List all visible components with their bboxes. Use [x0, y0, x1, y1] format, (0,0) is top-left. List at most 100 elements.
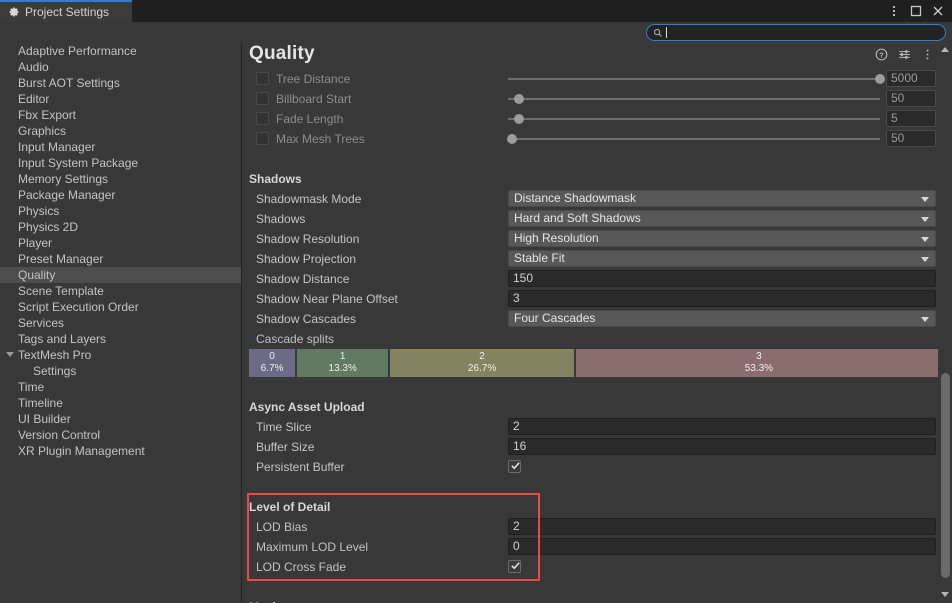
cascade-index: 2	[479, 351, 485, 362]
slider-knob[interactable]	[875, 74, 885, 84]
setting-row: Buffer Size 16	[243, 437, 952, 457]
row-label: LOD Bias	[256, 520, 308, 534]
input-shadow-near-plane-offset[interactable]: 3	[508, 290, 936, 307]
dropdown-shadow-resolution[interactable]: High Resolution	[508, 230, 936, 247]
slider-fade-length[interactable]	[508, 114, 880, 124]
dropdown-shadowmask-mode[interactable]: Distance Shadowmask	[508, 190, 936, 207]
settings-rows: Tree Distance 5000 Billboard Start 50 Fade L…	[243, 69, 952, 603]
cascade-segment[interactable]: 3 53.3%	[575, 349, 942, 377]
sidebar-item-player[interactable]: Player	[0, 235, 241, 251]
sidebar-item-burst-aot-settings[interactable]: Burst AOT Settings	[0, 75, 241, 91]
dropdown-value: High Resolution	[514, 231, 599, 245]
setting-row: Time Slice 2	[243, 417, 952, 437]
search-box[interactable]	[646, 24, 946, 41]
sidebar-item-preset-manager[interactable]: Preset Manager	[0, 251, 241, 267]
project-settings-window: Project Settings Adaptive Performance Au…	[0, 0, 952, 603]
help-icon[interactable]: ?	[874, 47, 888, 61]
dropdown-value: Four Cascades	[514, 311, 596, 325]
slider-tree-distance[interactable]	[508, 74, 885, 84]
sidebar-item-package-manager[interactable]: Package Manager	[0, 187, 241, 203]
cascade-splits-bar[interactable]: 0 6.7% 1 13.3% 2 26.7% 3 53.3%	[249, 349, 942, 377]
section-heading-async-asset-upload: Async Asset Upload	[249, 400, 365, 414]
checkbox-tree-distance[interactable]	[256, 72, 269, 85]
search-caret	[666, 27, 667, 38]
cascade-segment[interactable]: 2 26.7%	[390, 349, 574, 377]
more-menu-icon[interactable]	[920, 47, 934, 61]
sidebar-item-textmesh-pro[interactable]: TextMesh Pro	[0, 347, 241, 363]
input-lod-bias[interactable]: 2	[508, 518, 936, 535]
panel-header-icons: ?	[874, 47, 934, 61]
cascade-segment[interactable]: 1 13.3%	[297, 349, 389, 377]
chevron-down-icon	[921, 257, 929, 262]
dropdown-shadow-cascades[interactable]: Four Cascades	[508, 310, 936, 327]
vertical-scrollbar[interactable]	[938, 43, 952, 603]
sidebar-item-label: Scene Template	[18, 284, 104, 298]
setting-row: Shadow Projection Stable Fit	[243, 249, 952, 269]
checkbox-billboard-start[interactable]	[256, 92, 269, 105]
value-field[interactable]: 5	[886, 110, 936, 127]
sidebar-item-label: TextMesh Pro	[18, 348, 92, 362]
dropdown-shadows[interactable]: Hard and Soft Shadows	[508, 210, 936, 227]
checkbox-max-mesh-trees[interactable]	[256, 132, 269, 145]
slider-billboard-start[interactable]	[508, 94, 880, 104]
sidebar-item-version-control[interactable]: Version Control	[0, 427, 241, 443]
sidebar-item-graphics[interactable]: Graphics	[0, 123, 241, 139]
sidebar-item-input-manager[interactable]: Input Manager	[0, 139, 241, 155]
sidebar-item-physics[interactable]: Physics	[0, 203, 241, 219]
input-time-slice[interactable]: 2	[508, 418, 936, 435]
sidebar-item-xr-plugin-management[interactable]: XR Plugin Management	[0, 443, 241, 459]
slider-knob[interactable]	[506, 134, 517, 144]
close-icon[interactable]	[928, 1, 948, 21]
value-field[interactable]: 50	[886, 130, 936, 147]
page-title: Quality	[249, 43, 315, 64]
search-input[interactable]	[667, 25, 939, 40]
sidebar-item-ui-builder[interactable]: UI Builder	[0, 411, 241, 427]
chevron-down-icon	[921, 317, 929, 322]
scrollbar-thumb[interactable]	[941, 373, 950, 578]
sidebar-item-memory-settings[interactable]: Memory Settings	[0, 171, 241, 187]
search-row	[0, 22, 952, 43]
sidebar-item-fbx-export[interactable]: Fbx Export	[0, 107, 241, 123]
slider-knob[interactable]	[514, 94, 525, 104]
value-field[interactable]: 5000	[886, 70, 936, 87]
sidebar-item-settings[interactable]: Settings	[0, 363, 241, 379]
sidebar-item-audio[interactable]: Audio	[0, 59, 241, 75]
sidebar-item-script-execution-order[interactable]: Script Execution Order	[0, 299, 241, 315]
sidebar-list: Adaptive Performance Audio Burst AOT Setti…	[0, 43, 241, 459]
slider-max-mesh-trees[interactable]	[506, 134, 880, 144]
tab-label: Project Settings	[25, 5, 110, 19]
input-buffer-size[interactable]: 16	[508, 438, 936, 455]
tree-setting-row: Billboard Start 50	[243, 89, 952, 109]
preset-icon[interactable]	[897, 47, 911, 61]
input-shadow-distance[interactable]: 150	[508, 270, 936, 287]
maximize-icon[interactable]	[906, 1, 926, 21]
sidebar-item-scene-template[interactable]: Scene Template	[0, 283, 241, 299]
sidebar-item-label: Tags and Layers	[18, 332, 107, 346]
sidebar-item-time[interactable]: Time	[0, 379, 241, 395]
sidebar-item-timeline[interactable]: Timeline	[0, 395, 241, 411]
sidebar-item-input-system-package[interactable]: Input System Package	[0, 155, 241, 171]
tab-project-settings[interactable]: Project Settings	[0, 0, 132, 22]
sidebar-item-adaptive-performance[interactable]: Adaptive Performance	[0, 43, 241, 59]
sidebar-item-physics-2d[interactable]: Physics 2D	[0, 219, 241, 235]
sidebar-item-editor[interactable]: Editor	[0, 91, 241, 107]
scroll-up-arrow-icon[interactable]	[941, 47, 949, 52]
cascade-segment[interactable]: 0 6.7%	[249, 349, 296, 377]
cascade-splits-label: Cascade splits	[256, 332, 335, 346]
chevron-down-icon[interactable]	[6, 352, 14, 357]
checkbox-lod-cross-fade[interactable]	[508, 560, 521, 573]
sidebar-item-tags-and-layers[interactable]: Tags and Layers	[0, 331, 241, 347]
sidebar-item-label: Settings	[33, 364, 77, 378]
sidebar-item-services[interactable]: Services	[0, 315, 241, 331]
scroll-down-arrow-icon[interactable]	[941, 592, 949, 597]
dropdown-shadow-projection[interactable]: Stable Fit	[508, 250, 936, 267]
sidebar-item-quality[interactable]: Quality	[0, 267, 241, 283]
input-maximum-lod-level[interactable]: 0	[508, 538, 936, 555]
settings-sidebar[interactable]: Adaptive Performance Audio Burst AOT Setti…	[0, 43, 242, 603]
slider-knob[interactable]	[514, 114, 525, 124]
value-field[interactable]: 50	[886, 90, 936, 107]
search-icon	[654, 28, 662, 37]
checkbox-persistent-buffer[interactable]	[508, 460, 521, 473]
kebab-menu-icon[interactable]	[884, 1, 904, 21]
checkbox-fade-length[interactable]	[256, 112, 269, 125]
